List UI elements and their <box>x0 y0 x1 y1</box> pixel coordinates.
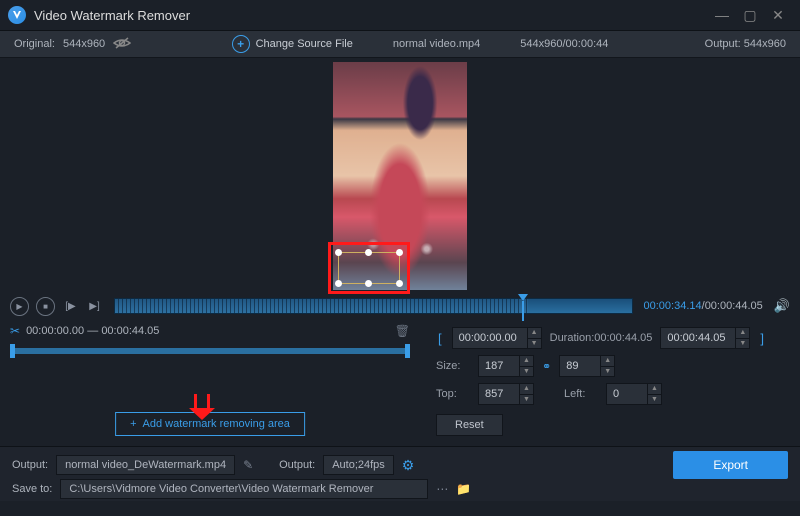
maximize-button[interactable]: ▢ <box>736 5 764 25</box>
settings-icon[interactable]: ⚙ <box>402 457 415 474</box>
spinner-down[interactable]: ▼ <box>528 339 541 349</box>
edit-filename-icon[interactable]: ✎ <box>243 458 253 472</box>
title-bar: Video Watermark Remover — ▢ ✕ <box>0 0 800 30</box>
original-info: Original: 544x960 <box>14 36 174 52</box>
play-button[interactable]: ▶ <box>10 297 29 316</box>
change-source-label: Change Source File <box>256 38 353 50</box>
spinner-up[interactable]: ▲ <box>520 356 533 367</box>
delete-region-icon[interactable]: 🗑 <box>395 324 410 338</box>
info-toolbar: Original: 544x960 + Change Source File n… <box>0 30 800 58</box>
app-title: Video Watermark Remover <box>34 8 708 23</box>
original-dimensions: 544x960 <box>63 38 105 50</box>
original-label: Original: <box>14 38 55 50</box>
region-start: 00:00:00.00 <box>26 325 84 337</box>
spinner-down[interactable]: ▼ <box>520 367 533 377</box>
close-button[interactable]: ✕ <box>764 5 792 25</box>
timeline-time: 00:00:34.14/00:00:44.05 <box>644 300 763 312</box>
output-file-label: Output: <box>12 459 48 471</box>
scissors-icon: ✂ <box>10 324 20 338</box>
stop-button[interactable]: ■ <box>36 297 55 316</box>
output-label: Output: <box>705 38 741 50</box>
annotation-highlight-box <box>328 242 410 294</box>
app-logo-icon <box>8 6 26 24</box>
top-input[interactable]: 857▲▼ <box>478 383 534 405</box>
bracket-left-icon[interactable]: [ <box>436 331 444 346</box>
spinner-up[interactable]: ▲ <box>520 384 533 395</box>
total-time: 00:00:44.05 <box>705 300 763 312</box>
range-handle-right[interactable] <box>405 344 410 358</box>
plus-icon: + <box>130 418 136 430</box>
bracket-right-icon[interactable]: ] <box>758 331 766 346</box>
size-label: Size: <box>436 360 470 372</box>
change-source-button[interactable]: + Change Source File <box>232 35 353 53</box>
height-input[interactable]: 89▲▼ <box>559 355 615 377</box>
window-controls: — ▢ ✕ <box>708 5 792 25</box>
current-time: 00:00:34.14 <box>644 300 702 312</box>
reset-button[interactable]: Reset <box>436 414 503 436</box>
playhead-marker[interactable] <box>518 294 528 301</box>
browse-folder-icon[interactable]: ⋯ <box>436 482 448 496</box>
end-time-input[interactable]: 00:00:44.05▲▼ <box>660 327 750 349</box>
spinner-up[interactable]: ▲ <box>736 328 749 339</box>
left-input[interactable]: 0▲▼ <box>606 383 662 405</box>
save-to-label: Save to: <box>12 483 52 495</box>
spinner-up[interactable]: ▲ <box>648 384 661 395</box>
spinner-down[interactable]: ▼ <box>520 395 533 405</box>
range-handle-left[interactable] <box>10 344 15 358</box>
spinner-down[interactable]: ▼ <box>601 367 614 377</box>
spinner-up[interactable]: ▲ <box>601 356 614 367</box>
left-label: Left: <box>564 388 598 400</box>
volume-icon[interactable]: 🔊 <box>774 298 790 314</box>
region-sep: — <box>87 325 98 337</box>
start-time-input[interactable]: 00:00:00.00▲▼ <box>452 327 542 349</box>
video-preview <box>0 58 800 294</box>
top-label: Top: <box>436 388 470 400</box>
export-button[interactable]: Export <box>673 451 788 479</box>
spinner-down[interactable]: ▼ <box>736 339 749 349</box>
open-folder-icon[interactable]: 📁 <box>456 482 471 496</box>
set-start-button[interactable]: [▶ <box>62 298 79 315</box>
region-end: 00:00:44.05 <box>101 325 159 337</box>
timeline-track[interactable] <box>114 298 633 314</box>
spinner-down[interactable]: ▼ <box>648 395 661 405</box>
plus-circle-icon: + <box>232 35 250 53</box>
minimize-button[interactable]: — <box>708 5 736 25</box>
width-input[interactable]: 187▲▼ <box>478 355 534 377</box>
link-aspect-icon[interactable]: ⚭ <box>542 360 551 373</box>
output-format-field[interactable]: Auto;24fps <box>323 455 394 475</box>
set-end-button[interactable]: ▶] <box>86 298 103 315</box>
source-meta: 544x960/00:00:44 <box>520 38 608 50</box>
output-dimensions: 544x960 <box>744 38 786 50</box>
region-range-bar[interactable] <box>10 348 410 354</box>
params-panel: [ 00:00:00.00▲▼ Duration:00:00:44.05 00:… <box>420 318 800 446</box>
bottom-bar: Output: normal video_DeWatermark.mp4 ✎ O… <box>0 446 800 501</box>
save-path-field[interactable]: C:\Users\Vidmore Video Converter\Video W… <box>60 479 428 499</box>
playback-timeline: ▶ ■ [▶ ▶] 00:00:34.14/00:00:44.05 🔊 <box>0 294 800 318</box>
spinner-up[interactable]: ▲ <box>528 328 541 339</box>
source-filename: normal video.mp4 <box>393 38 480 50</box>
output-filename-field[interactable]: normal video_DeWatermark.mp4 <box>56 455 235 475</box>
output-format-label: Output: <box>279 459 315 471</box>
region-panel: ✂ 00:00:00.00 — 00:00:44.05 🗑 + Add wate… <box>0 318 420 446</box>
add-area-label: Add watermark removing area <box>143 418 290 430</box>
preview-toggle-icon[interactable] <box>113 36 131 52</box>
